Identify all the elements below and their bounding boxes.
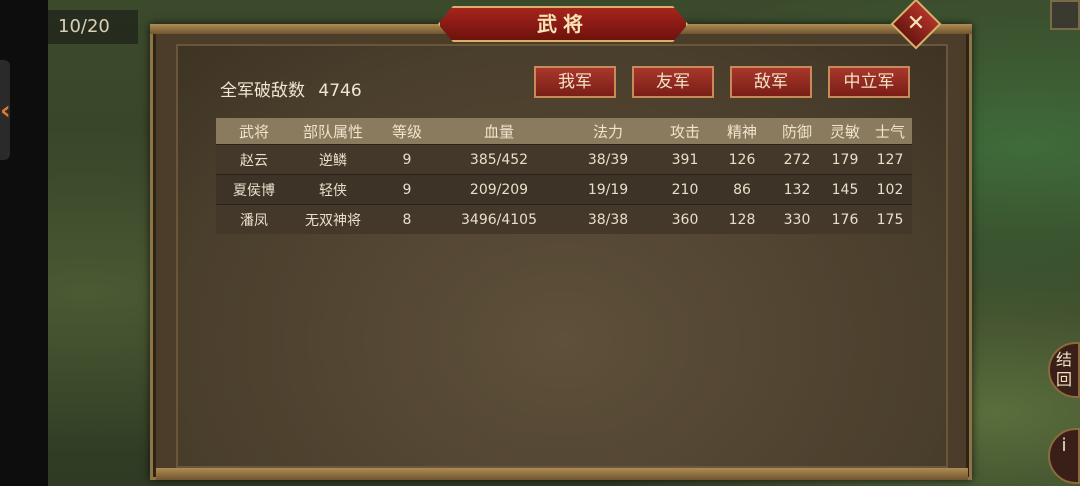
total-kills-value: 4746 xyxy=(318,81,362,101)
header-attack: 攻击 xyxy=(658,118,712,145)
cell-defense: 132 xyxy=(772,174,822,205)
header-level: 等级 xyxy=(374,118,440,145)
cell-agility: 179 xyxy=(822,144,868,175)
cell-hp: 3496/4105 xyxy=(440,204,558,234)
cell-general: 夏侯博 xyxy=(216,174,292,205)
turn-counter: 10/20 xyxy=(48,10,138,44)
table-header-row: 武将 部队属性 等级 血量 法力 攻击 精神 防御 灵敏 士气 xyxy=(216,118,912,145)
cell-agility: 145 xyxy=(822,174,868,205)
header-general: 武将 xyxy=(216,118,292,145)
cell-mp: 19/19 xyxy=(558,174,658,205)
cell-morale: 175 xyxy=(868,204,912,234)
close-icon[interactable]: ✕ xyxy=(898,6,934,42)
header-morale: 士气 xyxy=(868,118,912,145)
tab-enemy-army[interactable]: 敌军 xyxy=(730,66,812,98)
cell-attack: 210 xyxy=(658,174,712,205)
cell-general: 赵云 xyxy=(216,144,292,175)
cell-spirit: 126 xyxy=(712,144,772,175)
cell-level: 8 xyxy=(374,204,440,234)
header-unit-type: 部队属性 xyxy=(292,118,374,145)
cell-general: 潘凤 xyxy=(216,204,292,234)
table-row[interactable]: 夏侯博 轻侠 9 209/209 19/19 210 86 132 145 10… xyxy=(216,174,912,205)
dialog-bottom-rail xyxy=(156,468,968,480)
header-agility: 灵敏 xyxy=(822,118,868,145)
cell-attack: 391 xyxy=(658,144,712,175)
cell-morale: 102 xyxy=(868,174,912,205)
cell-defense: 330 xyxy=(772,204,822,234)
dialog-title: 武将 xyxy=(438,6,688,42)
cell-level: 9 xyxy=(374,174,440,205)
end-turn-label: 结 回 xyxy=(1055,350,1072,389)
table-row[interactable]: 潘凤 无双神将 8 3496/4105 38/38 360 128 330 17… xyxy=(216,204,912,234)
header-defense: 防御 xyxy=(772,118,822,145)
header-mp: 法力 xyxy=(558,118,658,145)
header-hp: 血量 xyxy=(440,118,558,145)
chevron-left-icon[interactable]: ‹ xyxy=(0,96,20,126)
tab-allied-army[interactable]: 友军 xyxy=(632,66,714,98)
total-kills-label: 全军破敌数 xyxy=(220,81,305,101)
cell-attack: 360 xyxy=(658,204,712,234)
cell-unit-type: 轻侠 xyxy=(292,174,374,205)
cell-defense: 272 xyxy=(772,144,822,175)
cell-hp: 209/209 xyxy=(440,174,558,205)
cell-spirit: 86 xyxy=(712,174,772,205)
cell-mp: 38/39 xyxy=(558,144,658,175)
total-kills: 全军破敌数 4746 xyxy=(220,76,370,101)
dialog-panel xyxy=(176,44,948,468)
general-stats-table: 武将 部队属性 等级 血量 法力 攻击 精神 防御 灵敏 士气 赵云 逆鳞 9 … xyxy=(216,118,912,234)
cell-unit-type: 逆鳞 xyxy=(292,144,374,175)
menu-button[interactable] xyxy=(1050,0,1080,30)
cell-level: 9 xyxy=(374,144,440,175)
info-icon: i xyxy=(1061,435,1067,456)
cell-spirit: 128 xyxy=(712,204,772,234)
cell-unit-type: 无双神将 xyxy=(292,204,374,234)
table-row[interactable]: 赵云 逆鳞 9 385/452 38/39 391 126 272 179 12… xyxy=(216,144,912,175)
tab-neutral-army[interactable]: 中立军 xyxy=(828,66,910,98)
cell-hp: 385/452 xyxy=(440,144,558,175)
tab-our-army[interactable]: 我军 xyxy=(534,66,616,98)
cell-morale: 127 xyxy=(868,144,912,175)
cell-mp: 38/38 xyxy=(558,204,658,234)
header-spirit: 精神 xyxy=(712,118,772,145)
cell-agility: 176 xyxy=(822,204,868,234)
